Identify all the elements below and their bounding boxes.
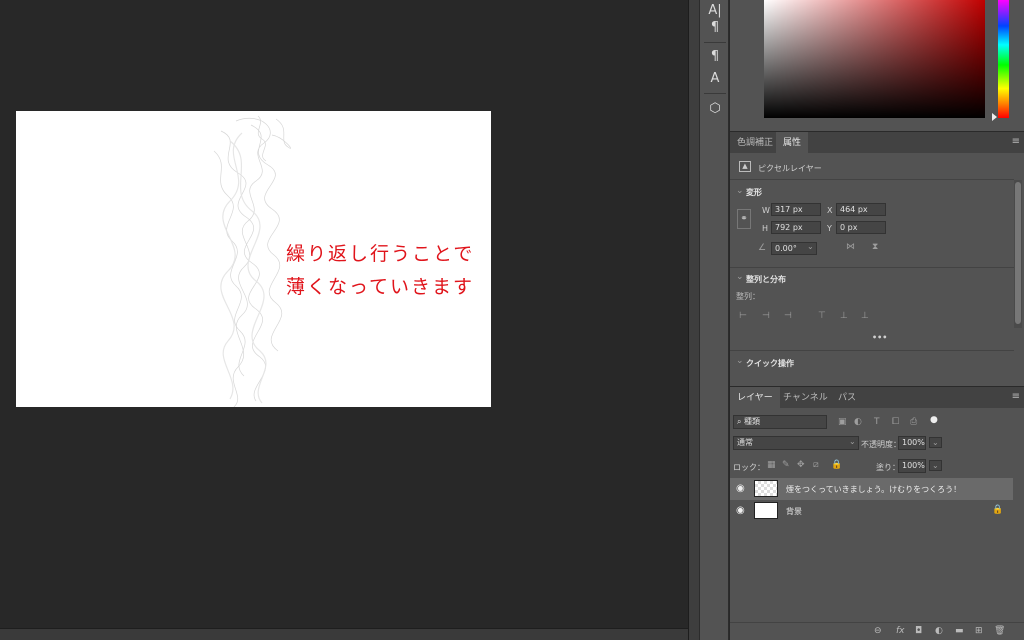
y-label: Y	[827, 224, 832, 233]
blend-dropdown-icon[interactable]: ⌄	[849, 437, 856, 446]
x-field[interactable]: 464 px	[836, 203, 886, 216]
fill-dropdown-icon[interactable]: ⌄	[929, 460, 942, 471]
flip-horizontal-icon[interactable]: ⋈	[846, 242, 855, 252]
filter-toggle-icon[interactable]: ●	[930, 415, 938, 425]
layers-panel: レイヤー チャンネル パス ≡ ⌕ 種類 ▣ ◐ T ⧠ ⎙ ● 通常 ⌄ 不透…	[730, 386, 1024, 640]
folder-icon[interactable]: ▬	[955, 626, 964, 636]
opacity-field[interactable]: 100%	[898, 436, 926, 450]
lock-icon: 🔒	[992, 505, 1004, 515]
filter-kind-select[interactable]: ⌕ 種類	[733, 415, 827, 429]
paragraph-icon[interactable]: ¶	[702, 17, 728, 39]
trash-icon[interactable]: 🗑	[994, 626, 1005, 636]
eye-icon[interactable]: ◉	[736, 483, 745, 494]
layer-panel-tabs: レイヤー チャンネル パス ≡	[730, 386, 1024, 409]
lock-transparent-icon[interactable]: ▦	[767, 460, 776, 470]
layer-name[interactable]: 煙をつくっていきましょう。けむりをつくろう！	[786, 484, 961, 495]
layer-type-label: ピクセルレイヤー	[758, 164, 822, 173]
color-field[interactable]	[764, 0, 985, 118]
angle-dropdown-icon[interactable]: ⌄	[807, 242, 814, 251]
transform-title: 変形	[746, 188, 762, 197]
filter-shape-icon[interactable]: ⧠	[892, 417, 899, 427]
fx-icon[interactable]: fx	[896, 626, 905, 636]
tab-channels[interactable]: チャンネル	[776, 387, 835, 409]
color-picker-panel	[730, 0, 1024, 131]
angle-icon: ∠	[758, 243, 767, 253]
mask-icon[interactable]: ◘	[915, 626, 922, 636]
layer-row-smoke[interactable]: ◉ 煙をつくっていきましょう。けむりをつくろう！	[730, 478, 1013, 500]
tab-layers[interactable]: レイヤー	[730, 387, 780, 409]
align-label: 整列：	[736, 292, 760, 301]
lock-label: ロック：	[733, 463, 765, 472]
height-field[interactable]: 792 px	[771, 221, 821, 234]
lock-position-icon[interactable]: ✥	[797, 460, 805, 470]
photoshop-window: 繰り返し行うことで 薄くなっていきます A| ¶ ¶ A ⬡ 色調補正 属性 ≡…	[0, 0, 1024, 640]
fill-field[interactable]: 100%	[898, 459, 926, 473]
paragraph-style-icon[interactable]: A	[702, 68, 728, 90]
scroll-thumb[interactable]	[1015, 182, 1021, 324]
layers-footer: ⊖ fx ◘ ◐ ▬ ⊞ 🗑	[730, 622, 1024, 640]
image-icon: ▲	[739, 161, 751, 172]
link-icon[interactable]: ⊖	[874, 626, 882, 636]
document-canvas[interactable]: 繰り返し行うことで 薄くなっていきます	[16, 111, 491, 407]
tab-paths[interactable]: パス	[831, 387, 863, 409]
properties-scrollbar[interactable]	[1014, 180, 1022, 328]
align-hcenter-icon[interactable]: ⊣	[762, 311, 770, 321]
opacity-label: 不透明度：	[861, 440, 901, 449]
filter-adjustment-icon[interactable]: ◐	[854, 417, 862, 427]
character-style-icon[interactable]: ¶	[702, 46, 728, 68]
filter-type-icon[interactable]: T	[874, 417, 880, 427]
adjustment-icon[interactable]: ◐	[935, 626, 943, 636]
h-label: H	[762, 224, 769, 233]
layer-row-background[interactable]: ◉ 背景 🔒	[730, 500, 1013, 522]
layer-thumbnail	[754, 480, 778, 497]
panel-menu-icon[interactable]: ≡	[1012, 136, 1020, 147]
align-bottom-icon[interactable]: ⊥	[861, 311, 869, 321]
filter-smart-object-icon[interactable]: ⎙	[910, 417, 917, 427]
filter-kind-value: 種類	[744, 417, 761, 426]
hue-slider[interactable]	[998, 0, 1009, 118]
align-right-icon[interactable]: ⊣	[784, 311, 792, 321]
lock-all-icon[interactable]: 🔒	[831, 460, 842, 470]
eye-icon[interactable]: ◉	[736, 505, 745, 516]
annotation-line-1: 繰り返し行うことで	[286, 243, 475, 265]
more-options-icon[interactable]: •••	[872, 333, 887, 342]
lock-image-icon[interactable]: ✎	[782, 460, 790, 470]
lock-artboard-icon[interactable]: ⧄	[813, 460, 819, 470]
w-label: W	[762, 206, 770, 215]
y-field[interactable]: 0 px	[836, 221, 886, 234]
quick-actions-title: クイック操作	[746, 359, 794, 368]
link-dimensions-icon[interactable]: ⚭	[737, 209, 751, 229]
blend-mode-select[interactable]: 通常	[733, 436, 859, 450]
align-top-icon[interactable]: ⊤	[818, 311, 826, 321]
tab-adjustments[interactable]: 色調補正	[730, 132, 780, 154]
panel-icon-strip: A| ¶ ¶ A ⬡	[699, 0, 729, 640]
align-left-icon[interactable]: ⊢	[739, 311, 747, 321]
layer-name[interactable]: 背景	[786, 506, 802, 517]
annotation-line-2: 薄くなっていきます	[286, 276, 475, 298]
align-title: 整列と分布	[746, 275, 786, 284]
chevron-down-icon[interactable]: ⌄	[736, 356, 744, 366]
canvas-area[interactable]: 繰り返し行うことで 薄くなっていきます	[0, 0, 688, 628]
filter-pixel-icon[interactable]: ▣	[838, 417, 847, 427]
right-panels: 色調補正 属性 ≡ ▲ ピクセルレイヤー ⌄ 変形 ⚭ W 317 px X 4…	[730, 0, 1024, 640]
fill-label: 塗り：	[876, 463, 900, 472]
opacity-dropdown-icon[interactable]: ⌄	[929, 437, 942, 448]
flip-vertical-icon[interactable]: ⧗	[872, 242, 878, 252]
horizontal-scrollbar[interactable]	[0, 628, 688, 640]
width-field[interactable]: 317 px	[771, 203, 821, 216]
chevron-down-icon[interactable]: ⌄	[736, 272, 744, 282]
panel-menu-icon[interactable]: ≡	[1012, 391, 1020, 402]
new-layer-icon[interactable]: ⊞	[975, 626, 983, 636]
align-vcenter-icon[interactable]: ⊥	[840, 311, 848, 321]
hue-marker-icon[interactable]	[992, 113, 997, 121]
adjust-panel-tabs: 色調補正 属性 ≡	[730, 131, 1024, 154]
search-icon: ⌕	[737, 417, 742, 426]
3d-cube-icon[interactable]: ⬡	[702, 98, 728, 120]
tab-properties[interactable]: 属性	[776, 132, 809, 154]
panel-divider[interactable]	[688, 0, 699, 640]
chevron-down-icon[interactable]: ⌄	[736, 186, 744, 196]
properties-panel: ▲ ピクセルレイヤー ⌄ 変形 ⚭ W 317 px X 464 px H 79…	[730, 154, 1024, 386]
x-label: X	[827, 206, 833, 215]
layer-thumbnail	[754, 502, 778, 519]
